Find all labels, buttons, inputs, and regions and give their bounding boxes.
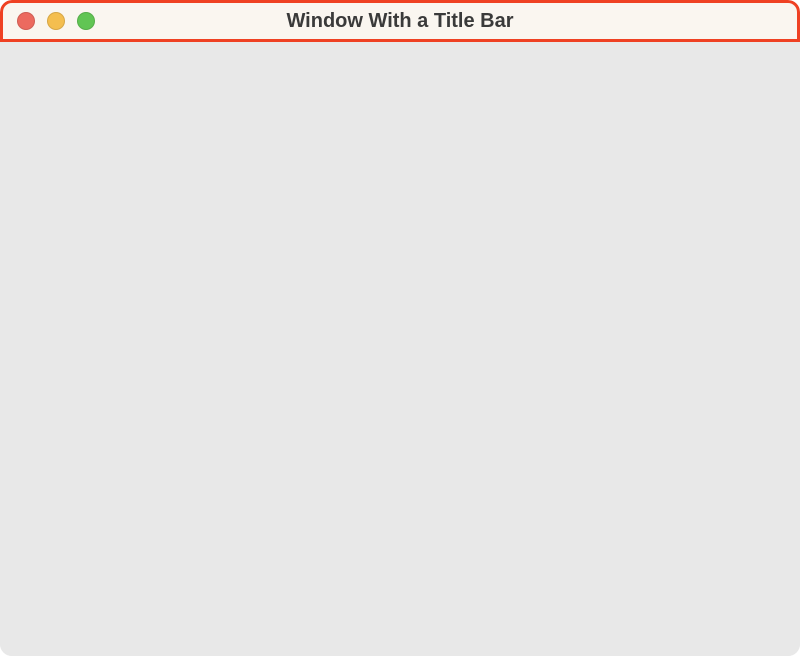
close-window-button[interactable] xyxy=(17,12,35,30)
application-window: Window With a Title Bar xyxy=(0,0,800,656)
zoom-window-button[interactable] xyxy=(77,12,95,30)
minimize-window-button[interactable] xyxy=(47,12,65,30)
window-controls-group xyxy=(17,12,95,30)
window-title: Window With a Title Bar xyxy=(3,10,797,33)
title-bar[interactable]: Window With a Title Bar xyxy=(0,0,800,42)
window-content-area xyxy=(0,42,800,656)
